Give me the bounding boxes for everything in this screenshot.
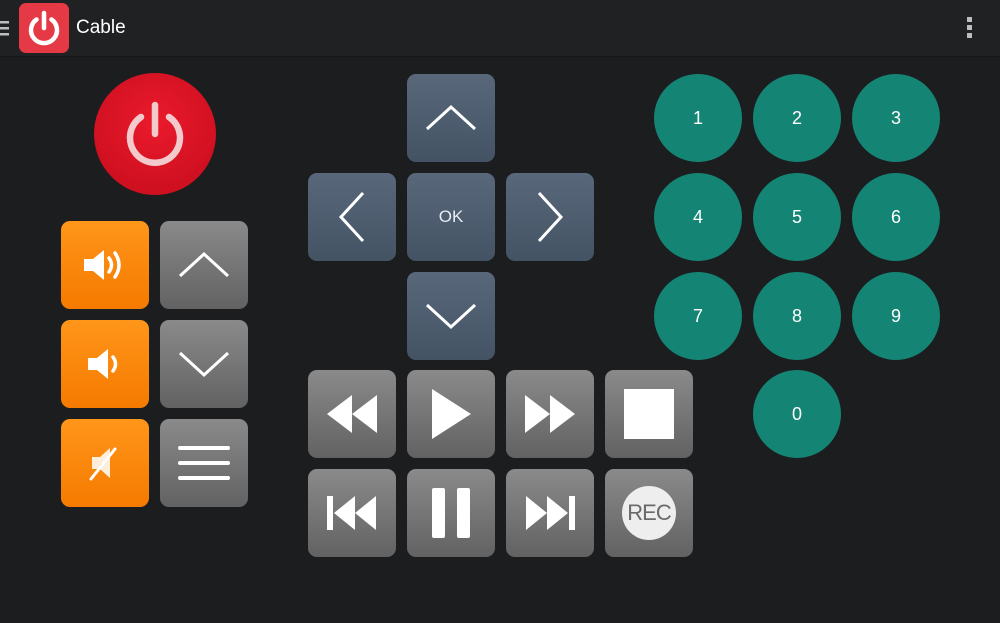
rewind-icon [327,395,377,433]
skip-next-icon [526,496,575,530]
pause-button[interactable] [407,469,495,557]
chevron-left-icon [338,191,365,243]
dpad-left-button[interactable] [308,173,396,261]
ok-label: OK [438,207,464,226]
volume-up-icon [84,250,121,280]
fast-forward-button[interactable] [506,370,594,458]
pause-icon [432,488,470,538]
key-0[interactable]: 0 [753,370,841,458]
power-icon [126,101,184,166]
mute-icon [89,447,117,481]
dpad-down-button[interactable] [407,272,495,360]
stop-button[interactable] [605,370,693,458]
dpad-up-button[interactable] [407,74,495,162]
key-6[interactable]: 6 [852,173,940,261]
dpad-right-button[interactable] [506,173,594,261]
chevron-down-icon [425,303,477,330]
mute-button[interactable] [61,419,149,507]
stop-icon [624,389,674,439]
key-8[interactable]: 8 [753,272,841,360]
channel-up-button[interactable] [160,221,248,309]
play-icon [432,389,471,439]
menu-button[interactable] [160,419,248,507]
volume-down-button[interactable] [61,320,149,408]
hamburger-icon [178,446,230,480]
rewind-button[interactable] [308,370,396,458]
menu-icon[interactable] [0,16,9,40]
power-icon [28,10,60,46]
record-label: REC [627,500,671,525]
chevron-right-icon [537,191,564,243]
power-button[interactable] [94,73,216,195]
fast-forward-icon [525,395,575,433]
key-3[interactable]: 3 [852,74,940,162]
chevron-down-icon [178,351,230,378]
skip-next-button[interactable] [506,469,594,557]
record-button[interactable]: REC [605,469,693,557]
app-bar: Cable [0,0,1000,57]
skip-previous-button[interactable] [308,469,396,557]
channel-down-button[interactable] [160,320,248,408]
app-logo[interactable] [19,3,69,53]
volume-down-icon [88,349,118,379]
app-title: Cable [76,17,126,38]
key-2[interactable]: 2 [753,74,841,162]
key-1[interactable]: 1 [654,74,742,162]
chevron-up-icon [425,104,477,131]
key-7[interactable]: 7 [654,272,742,360]
play-button[interactable] [407,370,495,458]
volume-up-button[interactable] [61,221,149,309]
skip-previous-icon [327,496,376,530]
record-icon: REC [622,486,676,540]
dpad-ok-button[interactable]: OK [407,173,495,261]
key-4[interactable]: 4 [654,173,742,261]
overflow-menu-icon[interactable] [960,14,978,42]
chevron-up-icon [178,251,230,278]
key-9[interactable]: 9 [852,272,940,360]
key-5[interactable]: 5 [753,173,841,261]
